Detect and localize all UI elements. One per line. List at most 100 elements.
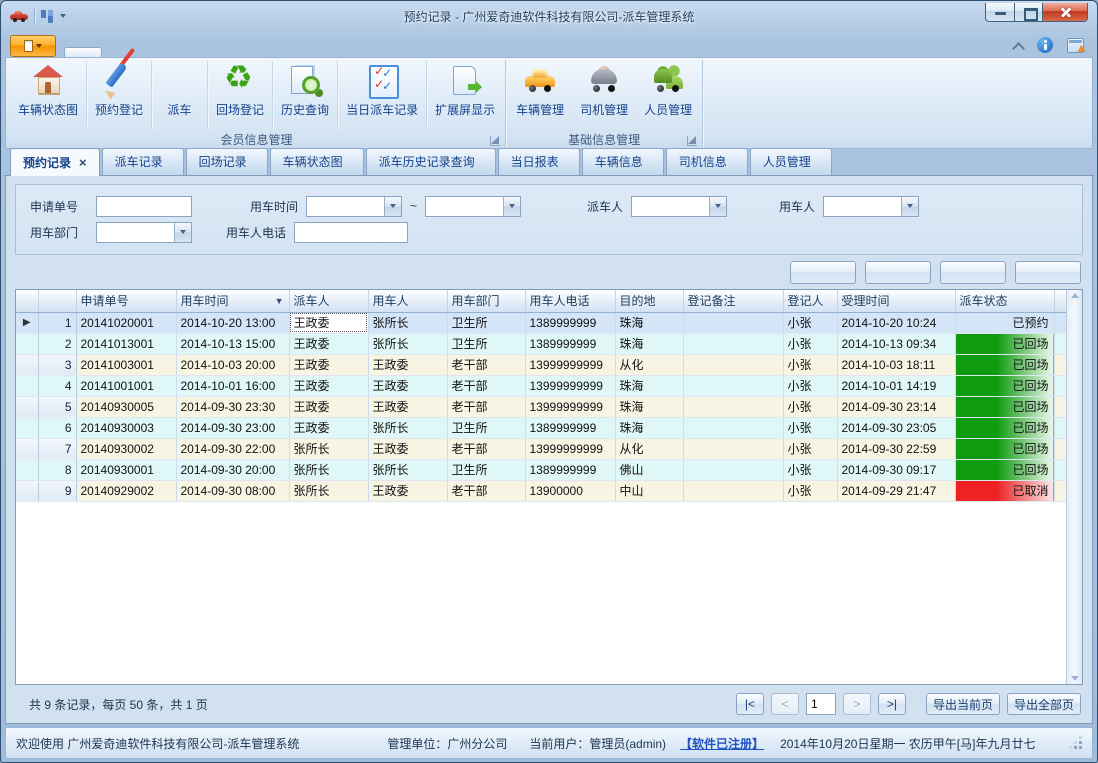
action-button[interactable] [1015, 261, 1081, 284]
doc-tab[interactable]: 派车记录 [102, 148, 184, 175]
use-time-cell[interactable]: 2014-10-13 15:00 [176, 333, 289, 354]
dispatcher-cell[interactable]: 王政委 [289, 333, 368, 354]
destination-cell[interactable]: 珠海 [615, 417, 683, 438]
table-row[interactable]: 8 20140930001 2014-09-30 20:00 张所长 张所长 卫… [16, 459, 1066, 480]
minimize-button[interactable] [985, 3, 1015, 22]
order-no-cell[interactable]: 20140930003 [76, 417, 176, 438]
registrar-cell[interactable]: 小张 [783, 438, 837, 459]
department-cell[interactable]: 老干部 [447, 438, 525, 459]
table-row[interactable]: ▶ 1 20141020001 2014-10-20 13:00 王政委 张所长… [16, 312, 1066, 333]
department-cell[interactable]: 老干部 [447, 396, 525, 417]
registrar-cell[interactable]: 小张 [783, 459, 837, 480]
dispatcher-cell[interactable]: 王政委 [289, 417, 368, 438]
user-cell[interactable]: 张所长 [368, 417, 447, 438]
close-button[interactable] [1042, 3, 1088, 22]
collapse-ribbon-icon[interactable] [1014, 41, 1023, 50]
table-row[interactable]: 9 20140929002 2014-09-30 08:00 张所长 王政委 老… [16, 480, 1066, 501]
column-header[interactable]: 目的地 [615, 290, 683, 312]
export-current-page-button[interactable]: 导出当前页 [926, 693, 1000, 715]
status-cell[interactable]: 已回场 [955, 354, 1054, 375]
dispatcher-cell[interactable]: 王政委 [289, 375, 368, 396]
ribbon-button[interactable]: 当日派车记录 [338, 60, 427, 131]
dispatcher-cell[interactable]: 张所长 [289, 459, 368, 480]
accept-time-cell[interactable]: 2014-09-30 22:59 [837, 438, 955, 459]
doc-tab[interactable]: 预约记录 × [10, 148, 100, 176]
doc-tab[interactable]: 回场记录 [186, 148, 268, 175]
scroll-up-icon[interactable] [1071, 293, 1079, 298]
application-menu-button[interactable] [10, 35, 56, 57]
column-header[interactable]: 用车部门 [447, 290, 525, 312]
user-phone-input[interactable] [294, 222, 408, 243]
scroll-down-icon[interactable] [1071, 676, 1079, 681]
license-status-link[interactable]: 【软件已注册】 [680, 735, 764, 752]
dispatcher-cell[interactable]: 王政委 [289, 396, 368, 417]
doc-tab[interactable]: 派车历史记录查询 [366, 148, 496, 175]
table-row[interactable]: 4 20141001001 2014-10-01 16:00 王政委 王政委 老… [16, 375, 1066, 396]
department-cell[interactable]: 老干部 [447, 375, 525, 396]
dispatcher-cell[interactable]: 王政委 [289, 354, 368, 375]
accept-time-cell[interactable]: 2014-09-30 23:14 [837, 396, 955, 417]
remark-cell[interactable] [683, 354, 783, 375]
user-cell[interactable]: 王政委 [368, 375, 447, 396]
user-cell[interactable]: 王政委 [368, 396, 447, 417]
user-cell[interactable]: 张所长 [368, 459, 447, 480]
department-cell[interactable]: 卫生所 [447, 459, 525, 480]
column-header[interactable]: 用车人电话 [525, 290, 615, 312]
registrar-cell[interactable]: 小张 [783, 333, 837, 354]
dialog-launcher-icon[interactable] [687, 136, 697, 146]
qat-dropdown-icon[interactable] [60, 14, 66, 18]
action-button[interactable] [865, 261, 931, 284]
status-cell[interactable]: 已回场 [955, 417, 1054, 438]
destination-cell[interactable]: 从化 [615, 354, 683, 375]
column-header[interactable]: 登记人 [783, 290, 837, 312]
doc-tab[interactable]: 司机信息 [666, 148, 748, 175]
status-cell[interactable]: 已回场 [955, 333, 1054, 354]
ribbon-button[interactable]: 扩展屏显示 [427, 60, 503, 131]
order-no-cell[interactable]: 20141013001 [76, 333, 176, 354]
remark-cell[interactable] [683, 417, 783, 438]
order-no-cell[interactable]: 20140929002 [76, 480, 176, 501]
accept-time-cell[interactable]: 2014-10-20 10:24 [837, 312, 955, 333]
column-header[interactable]: 派车人 [289, 290, 368, 312]
column-header[interactable]: 派车状态 [955, 290, 1054, 312]
order-no-cell[interactable]: 20140930002 [76, 438, 176, 459]
phone-cell[interactable]: 1389999999 [525, 333, 615, 354]
doc-tab[interactable]: 车辆信息 [582, 148, 664, 175]
destination-cell[interactable]: 珠海 [615, 396, 683, 417]
order-no-cell[interactable]: 20141003001 [76, 354, 176, 375]
registrar-cell[interactable]: 小张 [783, 396, 837, 417]
ribbon-button[interactable]: 预约登记 [87, 60, 152, 131]
ribbon-tab[interactable] [64, 47, 102, 57]
destination-cell[interactable]: 从化 [615, 438, 683, 459]
maximize-button[interactable] [1014, 3, 1043, 22]
use-time-cell[interactable]: 2014-09-30 23:30 [176, 396, 289, 417]
registrar-cell[interactable]: 小张 [783, 480, 837, 501]
accept-time-cell[interactable]: 2014-10-13 09:34 [837, 333, 955, 354]
destination-cell[interactable]: 珠海 [615, 333, 683, 354]
status-cell[interactable]: 已回场 [955, 375, 1054, 396]
dispatcher-cell[interactable]: 张所长 [289, 438, 368, 459]
dispatcher-combo[interactable] [631, 196, 727, 217]
user-cell[interactable]: 张所长 [368, 333, 447, 354]
chevron-down-icon[interactable] [503, 197, 520, 216]
ribbon-button[interactable]: 车辆状态图 [10, 60, 87, 131]
registrar-cell[interactable]: 小张 [783, 375, 837, 396]
status-cell[interactable]: 已回场 [955, 438, 1054, 459]
order-no-cell[interactable]: 20140930001 [76, 459, 176, 480]
dialog-launcher-icon[interactable] [490, 136, 500, 146]
vertical-scrollbar[interactable] [1066, 290, 1082, 684]
status-cell[interactable]: 已取消 [955, 480, 1054, 501]
phone-cell[interactable]: 1389999999 [525, 459, 615, 480]
doc-tab[interactable]: 人员管理 [750, 148, 832, 175]
doc-tab[interactable]: 当日报表 [498, 148, 580, 175]
registrar-cell[interactable]: 小张 [783, 354, 837, 375]
ribbon-button[interactable]: 车辆管理 [508, 60, 572, 131]
order-no-input[interactable] [96, 196, 192, 217]
phone-cell[interactable]: 13999999999 [525, 438, 615, 459]
department-cell[interactable]: 卫生所 [447, 417, 525, 438]
registrar-cell[interactable]: 小张 [783, 312, 837, 333]
sort-arrow-icon[interactable]: ▼ [275, 296, 284, 306]
ribbon-button[interactable]: 派车 [152, 60, 208, 131]
user-cell[interactable]: 张所长 [368, 312, 447, 333]
page-number-input[interactable] [806, 693, 836, 715]
